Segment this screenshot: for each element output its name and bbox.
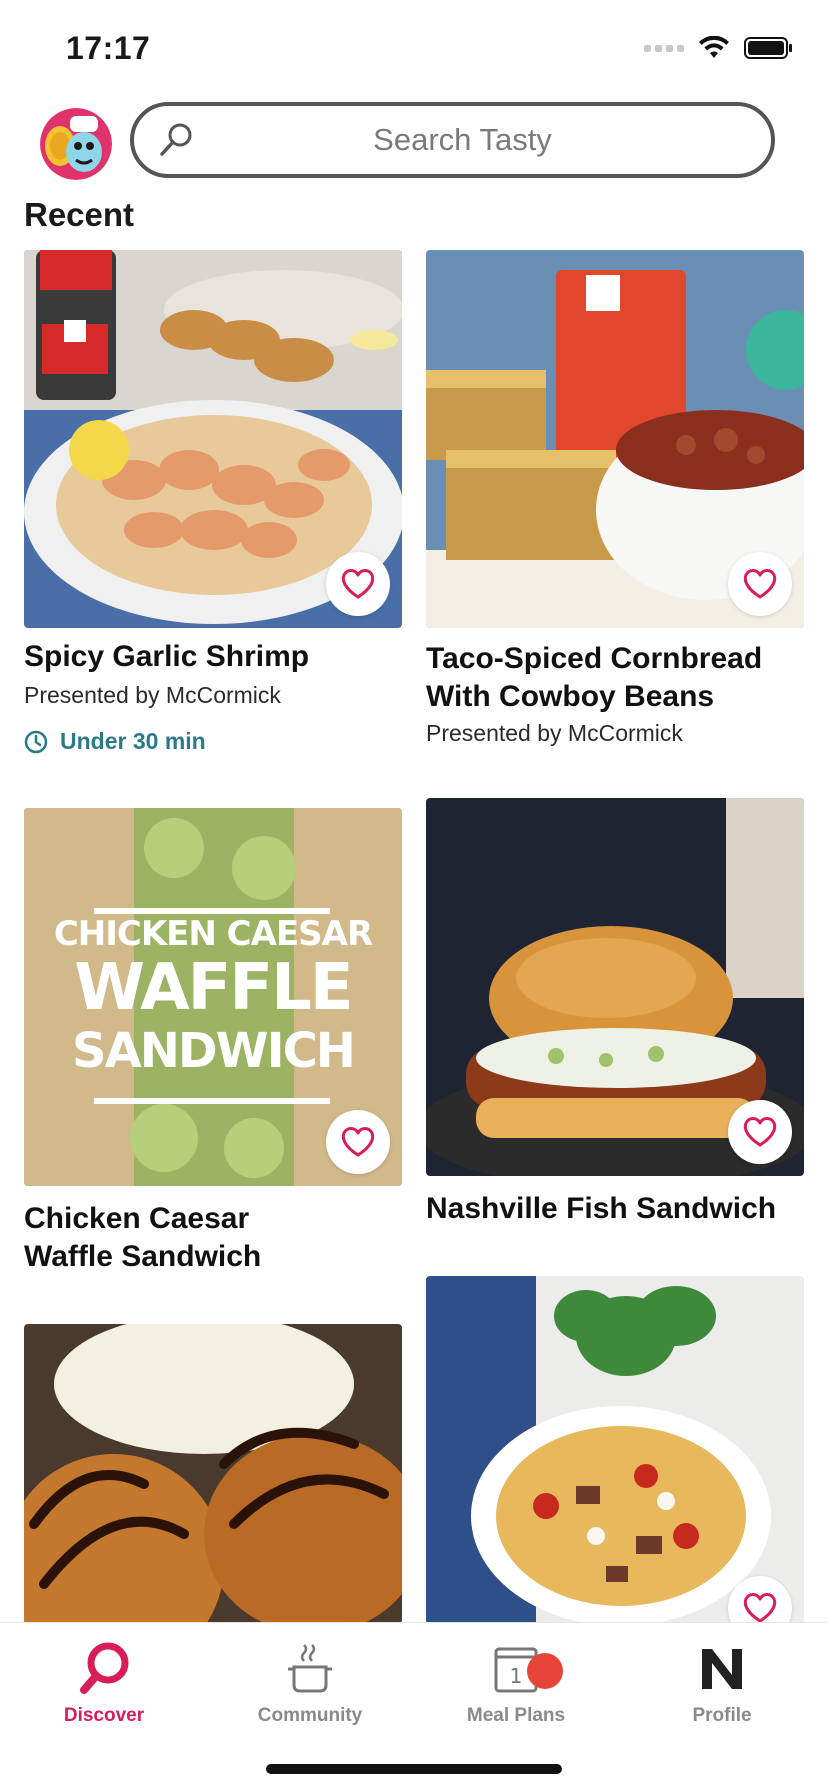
tab-profile[interactable]: Profile (632, 1641, 812, 1727)
recipe-time-label: Under 30 min (60, 728, 206, 754)
heart-icon (341, 1127, 375, 1157)
recipe-title[interactable]: Spicy Garlic Shrimp (24, 638, 309, 676)
heart-icon (743, 569, 777, 599)
recipe-card-chicken-caesar-waffle-sandwich[interactable]: CHICKEN CAESAR WAFFLE SANDWICH Chicken C… (24, 808, 402, 1278)
favorite-button[interactable] (326, 1110, 390, 1174)
notification-badge (527, 1653, 563, 1689)
recipe-title[interactable]: Taco-Spiced Cornbread With Cowboy Beans (426, 640, 762, 716)
image-caption-line-3: SANDWICH (72, 1023, 356, 1079)
search-bar[interactable]: Search Tasty (130, 102, 775, 178)
recipe-title-line-1: Taco-Spiced Cornbread (426, 642, 763, 675)
discover-icon (80, 1642, 129, 1694)
recipe-image[interactable] (24, 1324, 402, 1624)
recipe-card-partial-left[interactable] (24, 1324, 402, 1624)
heart-icon (341, 569, 375, 599)
tab-community[interactable]: Community (220, 1641, 400, 1727)
tab-meal-plans[interactable]: 1 Meal Plans (426, 1641, 606, 1727)
status-bar: 17:17 (0, 0, 828, 100)
battery-icon (744, 37, 792, 59)
heart-icon (743, 1593, 777, 1623)
recipe-card-spicy-garlic-shrimp[interactable]: Spicy Garlic Shrimp Presented by McCormi… (24, 250, 402, 770)
search-icon (160, 123, 192, 156)
favorite-button[interactable] (326, 552, 390, 616)
favorite-button[interactable] (728, 552, 792, 616)
image-caption-line-1: CHICKEN CAESAR (53, 914, 373, 954)
tasty-logo-avatar[interactable] (40, 108, 112, 180)
profile-n-icon (702, 1649, 742, 1689)
calendar-day: 1 (510, 1664, 523, 1688)
pot-icon (288, 1644, 332, 1693)
recipe-title-line-2: Waffle Sandwich (24, 1240, 262, 1273)
image-caption-line-2: WAFFLE (74, 951, 353, 1025)
tab-label: Discover (63, 1705, 145, 1726)
recipe-presenter: Presented by McCormick (24, 682, 281, 708)
recipe-card-taco-spiced-cornbread[interactable]: Taco-Spiced Cornbread With Cowboy Beans … (426, 250, 804, 760)
status-icons (644, 36, 794, 60)
cellular-signal-icon (644, 44, 684, 52)
recipe-title[interactable]: Chicken Caesar Waffle Sandwich (24, 1200, 261, 1276)
header: Search Tasty (0, 100, 828, 186)
tab-label: Meal Plans (466, 1705, 566, 1726)
home-indicator[interactable] (266, 1764, 562, 1774)
recipe-card-nashville-fish-sandwich[interactable]: Nashville Fish Sandwich (426, 798, 804, 1238)
tab-discover[interactable]: Discover (14, 1641, 194, 1727)
favorite-button[interactable] (728, 1100, 792, 1164)
clock-icon (24, 730, 48, 753)
section-title-recent: Recent (24, 196, 135, 233)
recipe-title-line-1: Chicken Caesar (24, 1202, 250, 1235)
recipe-title-line-2: With Cowboy Beans (426, 680, 715, 713)
recipe-image[interactable] (426, 1276, 804, 1624)
heart-icon (743, 1117, 777, 1147)
wifi-icon (699, 36, 729, 58)
search-placeholder: Search Tasty (373, 122, 552, 157)
recipe-image-caption: CHICKEN CAESAR WAFFLE SANDWICH (24, 914, 402, 1080)
status-time: 17:17 (66, 30, 151, 66)
recipe-presenter: Presented by McCormick (426, 720, 683, 746)
tab-label: Profile (692, 1705, 752, 1726)
tab-label: Community (257, 1705, 363, 1726)
recipe-card-partial-right[interactable] (426, 1276, 804, 1640)
recipe-time: Under 30 min (24, 728, 206, 755)
mascot-icon (40, 108, 112, 180)
recipe-title[interactable]: Nashville Fish Sandwich (426, 1190, 776, 1228)
